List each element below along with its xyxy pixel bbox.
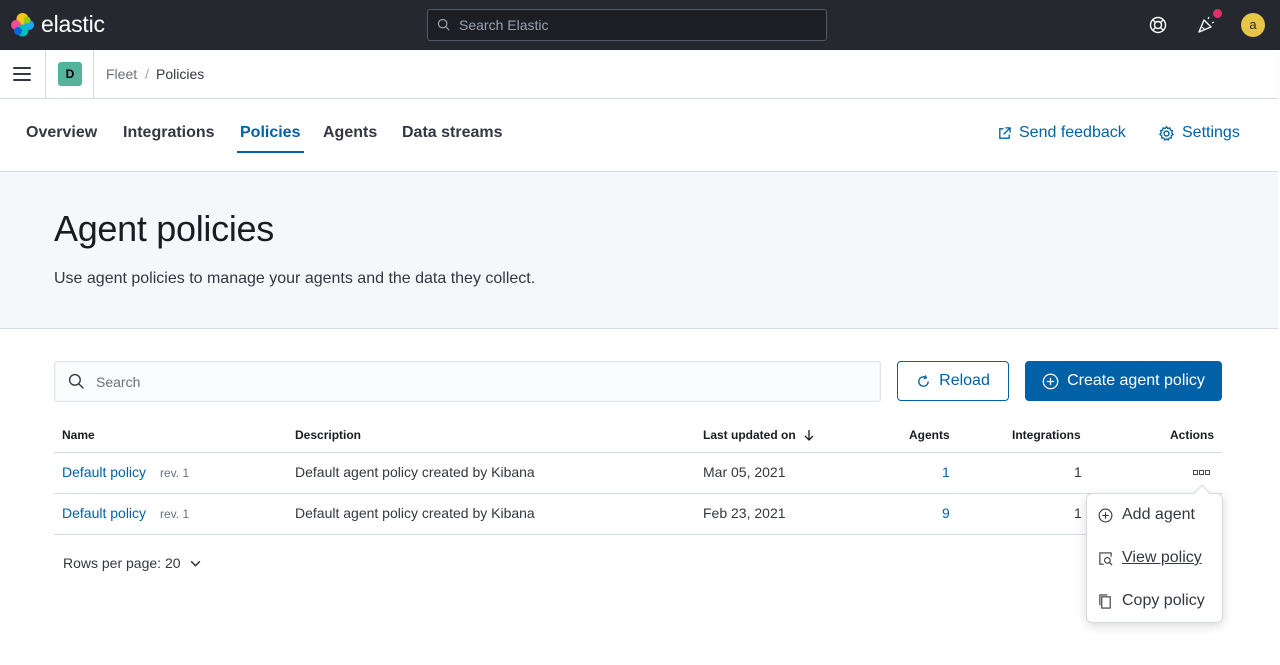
menu-toggle-icon[interactable] (13, 67, 31, 81)
column-header-actions: Actions (1170, 428, 1215, 442)
sort-descending-icon (804, 430, 814, 441)
policy-search[interactable] (54, 361, 881, 402)
table-divider (54, 493, 1222, 494)
column-header-description: Description (295, 428, 362, 442)
policy-revision: rev. 1 (160, 466, 190, 480)
page-title: Agent policies (54, 208, 274, 249)
column-header-integrations: Integrations (1012, 428, 1081, 442)
breadcrumb-bar: D Fleet / Policies (0, 50, 1278, 99)
plus-in-circle-icon (1042, 373, 1059, 389)
menu-item-copy-policy[interactable]: Copy policy (1098, 592, 1205, 610)
policy-description: Default agent policy created by Kibana (295, 505, 535, 521)
tab-agents[interactable]: Agents (323, 124, 377, 142)
refresh-icon (918, 374, 929, 387)
policy-updated: Feb 23, 2021 (703, 505, 786, 521)
page-description: Use agent policies to manage your agents… (54, 270, 536, 287)
logo-text: elastic (41, 11, 105, 37)
breadcrumb-separator: / (145, 66, 149, 82)
divider (45, 50, 46, 98)
search-icon (437, 18, 450, 31)
elastic-logo-icon (11, 13, 34, 37)
actions-menu-icon[interactable] (1193, 470, 1210, 476)
space-avatar[interactable]: D (58, 62, 82, 86)
breadcrumb-fleet[interactable]: Fleet (106, 66, 137, 82)
column-header-name[interactable]: Name (62, 428, 95, 442)
tab-policies[interactable]: Policies (240, 124, 300, 142)
page-header: Agent policies Use agent policies to man… (0, 172, 1278, 329)
active-tab-indicator (237, 151, 304, 153)
global-search[interactable] (427, 9, 827, 41)
tab-integrations[interactable]: Integrations (123, 124, 215, 142)
policy-name-link[interactable]: Default policy (62, 464, 146, 480)
policy-integrations-count: 1 (1074, 464, 1082, 480)
menu-item-add-agent[interactable]: Add agent (1098, 506, 1195, 524)
rows-per-page-label: Rows per page: 20 (63, 555, 181, 571)
help-icon[interactable] (1148, 15, 1168, 35)
reload-button[interactable]: Reload (897, 361, 1009, 401)
menu-item-label: Copy policy (1122, 592, 1205, 609)
fleet-tabs: Overview Integrations Policies Agents Da… (0, 99, 1278, 172)
breadcrumb-policies: Policies (156, 66, 205, 82)
top-header: elastic a (0, 0, 1280, 50)
policy-description: Default agent policy created by Kibana (295, 464, 535, 480)
notification-dot (1213, 9, 1222, 18)
rows-per-page-selector[interactable]: Rows per page: 20 (63, 555, 202, 571)
search-icon (68, 373, 84, 389)
external-link-icon (999, 126, 1011, 139)
policy-revision: rev. 1 (160, 507, 190, 521)
policy-name-link[interactable]: Default policy (62, 505, 146, 521)
chevron-down-icon (190, 560, 200, 567)
tab-overview[interactable]: Overview (26, 124, 97, 142)
elastic-logo[interactable]: elastic (10, 11, 105, 38)
policy-integrations-count: 1 (1074, 505, 1082, 521)
create-label: Create agent policy (1067, 372, 1205, 389)
column-header-agents: Agents (909, 428, 950, 442)
table-divider (54, 534, 1222, 535)
table-divider (54, 452, 1222, 453)
settings-link[interactable]: Settings (1158, 124, 1240, 142)
user-avatar[interactable]: a (1241, 13, 1265, 37)
policy-agents-link[interactable]: 9 (942, 505, 950, 521)
column-header-last-updated[interactable]: Last updated on (703, 428, 815, 442)
create-agent-policy-button[interactable]: Create agent policy (1025, 361, 1222, 401)
menu-item-label: Add agent (1122, 506, 1195, 523)
send-feedback-label: Send feedback (1019, 124, 1126, 141)
plus-in-circle-icon (1098, 508, 1113, 522)
reload-label: Reload (939, 372, 990, 389)
settings-label: Settings (1182, 124, 1240, 141)
policy-updated: Mar 05, 2021 (703, 464, 786, 480)
tab-data-streams[interactable]: Data streams (402, 124, 503, 142)
menu-item-label: View policy (1122, 549, 1202, 566)
send-feedback-link[interactable]: Send feedback (997, 124, 1126, 142)
policy-agents-link[interactable]: 1 (942, 464, 950, 480)
divider (93, 50, 94, 98)
copy-icon (1099, 593, 1111, 609)
policy-search-input[interactable] (96, 373, 856, 390)
column-header-last-updated-label: Last updated on (703, 428, 796, 442)
inspect-icon (1099, 551, 1113, 565)
gear-icon (1159, 125, 1174, 141)
global-search-input[interactable] (459, 17, 819, 33)
menu-item-view-policy[interactable]: View policy (1098, 549, 1202, 567)
newsfeed-icon[interactable] (1196, 15, 1216, 35)
